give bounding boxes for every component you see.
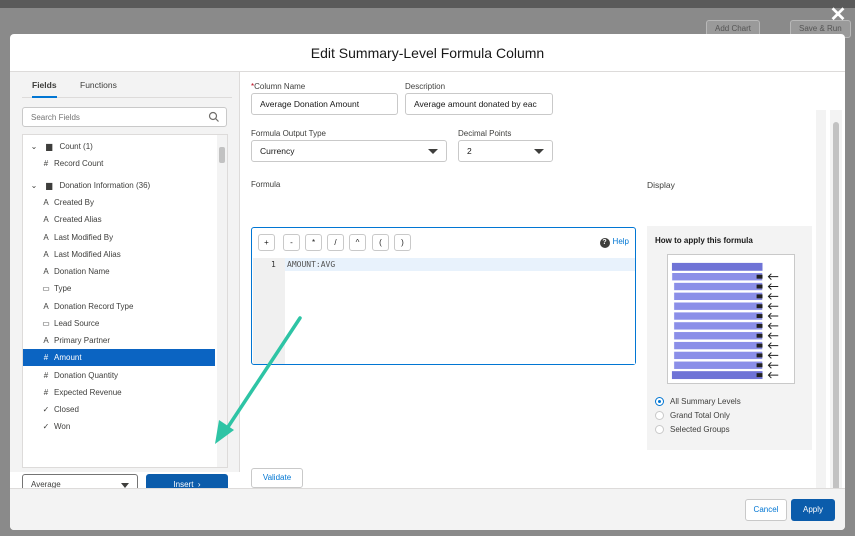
number-icon: # — [43, 159, 49, 168]
column-name-label: *Column Name — [251, 82, 306, 91]
list-item[interactable]: A Donation Record Type — [41, 298, 227, 315]
checkbox-icon: ✓ — [42, 422, 50, 431]
scrollbar-thumb[interactable] — [219, 147, 225, 163]
list-item[interactable]: A Donation Name — [41, 263, 227, 280]
list-item[interactable]: A Last Modified By — [41, 229, 227, 246]
caret-down-icon — [534, 149, 544, 154]
code-area[interactable]: 1 AMOUNT:AVG — [253, 258, 635, 364]
caret-down-icon — [428, 149, 438, 154]
operator-close-paren-button[interactable]: ) — [394, 234, 411, 251]
number-icon: # — [43, 388, 49, 397]
folder-icon: ▆ — [46, 142, 53, 151]
folder-icon: ▆ — [46, 181, 53, 190]
list-item[interactable]: A Last Modified Alias — [41, 246, 227, 263]
modal-scrollbar[interactable] — [830, 110, 842, 520]
background-header — [0, 0, 855, 8]
apply-button[interactable]: Apply — [791, 499, 835, 521]
content-scrollbar[interactable] — [816, 110, 826, 500]
tree-group-count[interactable]: ⌄ ▆ Count (1) — [29, 138, 221, 155]
radio-all-summary-levels[interactable]: All Summary Levels — [655, 397, 741, 406]
radio-icon — [655, 411, 664, 420]
tab-functions[interactable]: Functions — [80, 80, 117, 98]
text-icon: A — [43, 250, 49, 259]
number-icon: # — [43, 371, 49, 380]
display-label: Display — [647, 180, 675, 190]
modal-title: Edit Summary-Level Formula Column — [10, 34, 845, 72]
picklist-icon: ▭ — [42, 319, 50, 328]
text-icon: A — [43, 267, 49, 276]
tree-group-donation-information[interactable]: ⌄ ▆ Donation Information (36) — [29, 177, 221, 194]
radio-grand-total-only[interactable]: Grand Total Only — [655, 411, 730, 420]
formula-editor[interactable]: + - * / ^ ( ) ? Help 1 AMOUNT:AVG — [251, 227, 636, 365]
search-icon — [208, 111, 219, 122]
cancel-button[interactable]: Cancel — [745, 499, 787, 521]
line-number: 1 — [271, 260, 276, 269]
formula-code[interactable]: AMOUNT:AVG — [287, 260, 335, 269]
operator-power-button[interactable]: ^ — [349, 234, 366, 251]
list-item[interactable]: A Primary Partner — [41, 332, 227, 349]
text-icon: A — [43, 215, 49, 224]
modal-footer: Cancel Apply — [10, 488, 845, 530]
scrollbar-thumb[interactable] — [833, 122, 839, 502]
how-to-apply-title: How to apply this formula — [655, 236, 753, 245]
close-icon[interactable]: ✕ — [829, 5, 847, 25]
operator-open-paren-button[interactable]: ( — [372, 234, 389, 251]
list-item[interactable]: # Expected Revenue — [41, 384, 227, 401]
list-item[interactable]: ✓ Won — [41, 418, 227, 435]
line-gutter — [253, 258, 285, 364]
validate-button[interactable]: Validate — [251, 468, 303, 488]
field-tree: ⌄ ▆ Count (1) # Record Count ⌄ ▆ Donation… — [22, 134, 228, 468]
help-link[interactable]: ? Help — [599, 237, 629, 248]
description-input[interactable]: Average amount donated by eac — [405, 93, 553, 115]
decimal-label: Decimal Points — [458, 129, 512, 138]
display-panel: How to apply this formula All Summary Le… — [647, 226, 812, 450]
operator-divide-button[interactable]: / — [327, 234, 344, 251]
list-item[interactable]: # Record Count — [41, 155, 227, 172]
help-icon: ? — [599, 238, 610, 248]
number-icon: # — [43, 353, 49, 362]
list-item-selected[interactable]: # Amount — [23, 349, 215, 366]
chevron-down-icon: ⌄ — [30, 181, 38, 190]
picklist-icon: ▭ — [42, 284, 50, 293]
operator-plus-button[interactable]: + — [258, 234, 275, 251]
text-icon: A — [43, 302, 49, 311]
operator-minus-button[interactable]: - — [283, 234, 300, 251]
modal-body: Fields Functions ⌄ ▆ Count (1) #Record C… — [10, 72, 845, 520]
list-item[interactable]: A Created By — [41, 194, 227, 211]
radio-selected-groups[interactable]: Selected Groups — [655, 425, 730, 434]
text-icon: A — [43, 198, 49, 207]
search-fields-input[interactable] — [22, 107, 227, 127]
fields-panel: Fields Functions ⌄ ▆ Count (1) #Record C… — [10, 72, 240, 496]
tab-fields[interactable]: Fields — [32, 80, 57, 98]
radio-icon — [655, 425, 664, 434]
text-icon: A — [43, 336, 49, 345]
text-icon: A — [43, 233, 49, 242]
list-item[interactable]: ▭ Type — [41, 280, 227, 297]
description-label: Description — [405, 82, 446, 91]
list-item[interactable]: ✓ Closed — [41, 401, 227, 418]
tree-scrollbar[interactable] — [217, 135, 227, 467]
list-item[interactable]: ▭ Lead Source — [41, 315, 227, 332]
radio-checked-icon — [655, 397, 664, 406]
chevron-down-icon: ⌄ — [30, 142, 38, 151]
decimal-select[interactable]: 2 — [458, 140, 553, 162]
formula-label: Formula — [251, 180, 281, 189]
list-item[interactable]: A Created Alias — [41, 211, 227, 228]
summary-levels-diagram — [667, 254, 795, 384]
formula-modal: Edit Summary-Level Formula Column Fields… — [10, 34, 845, 530]
operator-multiply-button[interactable]: * — [305, 234, 322, 251]
field-tabs: Fields Functions — [22, 76, 232, 98]
output-type-select[interactable]: Currency — [251, 140, 447, 162]
checkbox-icon: ✓ — [42, 405, 50, 414]
output-type-label: Formula Output Type — [251, 129, 326, 138]
list-item[interactable]: # Donation Quantity — [41, 367, 227, 384]
column-name-input[interactable]: Average Donation Amount — [251, 93, 398, 115]
